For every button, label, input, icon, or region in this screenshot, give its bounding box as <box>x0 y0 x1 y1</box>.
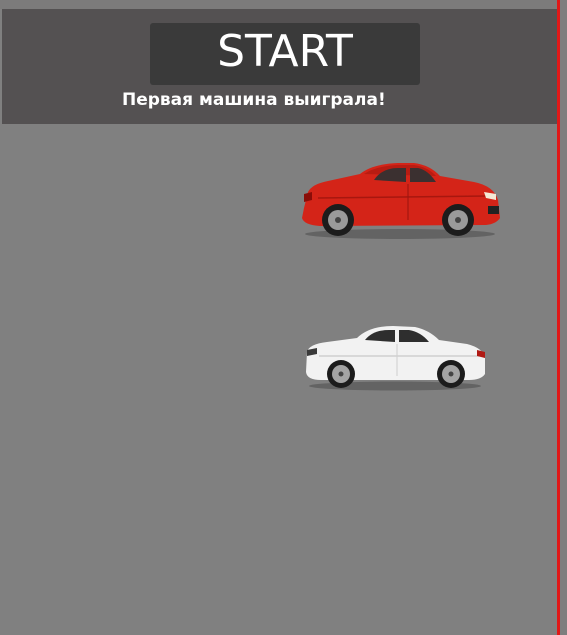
white-car <box>303 322 489 392</box>
top-strip <box>0 0 567 9</box>
red-car <box>298 160 502 240</box>
race-result-message: Первая машина выиграла! <box>122 90 386 110</box>
track-edge <box>560 0 567 635</box>
start-button[interactable]: START <box>150 23 420 85</box>
